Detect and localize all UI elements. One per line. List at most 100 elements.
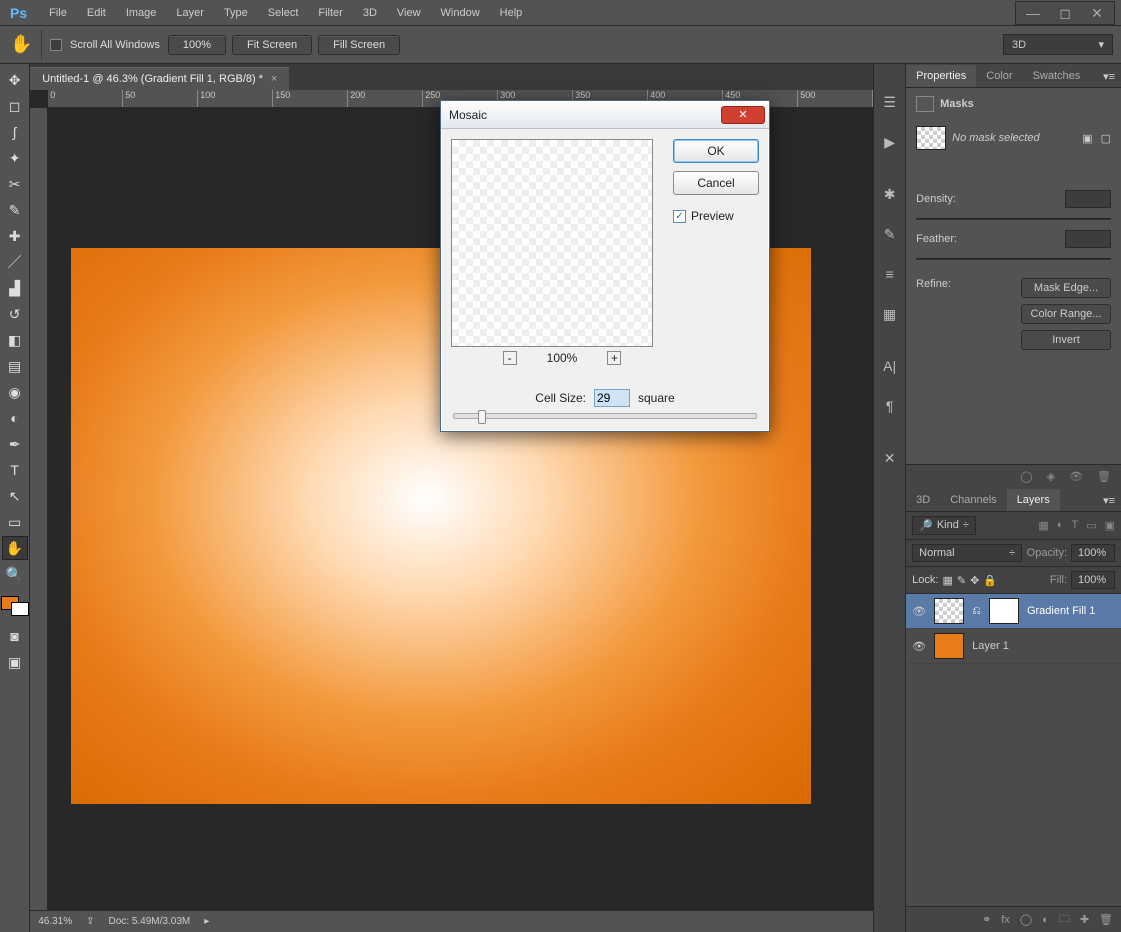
invert-button[interactable]: Invert <box>1021 330 1111 350</box>
load-selection-icon[interactable]: ◯ <box>1020 470 1032 483</box>
mask-edge-button[interactable]: Mask Edge... <box>1021 278 1111 298</box>
blend-mode-dropdown[interactable]: Normal÷ <box>912 544 1022 562</box>
lock-position-icon[interactable]: ✥ <box>970 574 979 587</box>
zoom-100-button[interactable]: 100% <box>168 35 226 55</box>
menu-file[interactable]: File <box>39 3 77 23</box>
tab-color[interactable]: Color <box>976 65 1022 87</box>
cancel-button[interactable]: Cancel <box>673 171 759 195</box>
screenmode-tool[interactable]: ▣ <box>2 650 28 674</box>
color-swatches[interactable] <box>1 596 29 616</box>
gradient-tool[interactable]: ▤ <box>2 354 28 378</box>
layer-mask-thumb[interactable] <box>989 598 1019 624</box>
lock-paint-icon[interactable]: ✎ <box>957 574 966 587</box>
navigator-panel-icon[interactable]: ✱ <box>878 182 902 206</box>
menu-view[interactable]: View <box>387 3 431 23</box>
link-layers-icon[interactable]: ⚭ <box>982 913 991 926</box>
tab-channels[interactable]: Channels <box>940 489 1006 511</box>
new-layer-icon[interactable]: ✚ <box>1080 913 1089 926</box>
new-group-icon[interactable]: 🗀 <box>1059 910 1070 929</box>
tab-properties[interactable]: Properties <box>906 65 976 87</box>
filter-shape-icon[interactable]: ▭ <box>1086 519 1096 532</box>
filter-pixel-icon[interactable]: ▦ <box>1038 519 1048 532</box>
lock-pixels-icon[interactable]: ▦ <box>942 574 952 587</box>
tools-panel-icon[interactable]: ✕ <box>878 446 902 470</box>
character-panel-icon[interactable]: A| <box>878 354 902 378</box>
dialog-titlebar[interactable]: Mosaic ✕ <box>441 101 769 129</box>
color-range-button[interactable]: Color Range... <box>1021 304 1111 324</box>
wand-tool[interactable]: ✦ <box>2 146 28 170</box>
document-tab[interactable]: Untitled-1 @ 46.3% (Gradient Fill 1, RGB… <box>30 67 289 90</box>
layer-thumb[interactable] <box>934 633 964 659</box>
brushes-panel-icon[interactable]: ✎ <box>878 222 902 246</box>
history-panel-icon[interactable]: ☰ <box>878 90 902 114</box>
menu-image[interactable]: Image <box>116 3 167 23</box>
fx-icon[interactable]: fx <box>1001 914 1010 926</box>
delete-layer-icon[interactable]: 🗑 <box>1099 913 1113 926</box>
layer-visibility-icon[interactable]: 👁 <box>912 605 926 618</box>
pen-tool[interactable]: ✒ <box>2 432 28 456</box>
history-brush-tool[interactable]: ↺ <box>2 302 28 326</box>
layer-row[interactable]: 👁 ⎌ Gradient Fill 1 <box>906 594 1121 629</box>
preview-checkbox[interactable]: ✓ <box>673 210 686 223</box>
menu-filter[interactable]: Filter <box>308 3 352 23</box>
brush-tool[interactable]: ／ <box>2 250 28 274</box>
panel-menu-icon[interactable]: ▾≡ <box>1097 66 1121 87</box>
apply-mask-icon[interactable]: ◈ <box>1047 470 1055 483</box>
tab-3d[interactable]: 3D <box>906 489 940 511</box>
layers-panel-menu-icon[interactable]: ▾≡ <box>1097 490 1121 511</box>
menu-help[interactable]: Help <box>490 3 533 23</box>
layer-thumb[interactable] <box>934 598 964 624</box>
add-mask-icon[interactable]: ◯ <box>1020 913 1032 926</box>
healing-tool[interactable]: ✚ <box>2 224 28 248</box>
close-icon[interactable]: ✕ <box>1090 6 1104 20</box>
fill-value[interactable]: 100% <box>1071 571 1115 589</box>
feather-slider[interactable] <box>916 258 1111 260</box>
filter-smart-icon[interactable]: ▣ <box>1105 519 1115 532</box>
filter-type-icon[interactable]: T <box>1071 519 1078 532</box>
minimize-icon[interactable]: — <box>1026 6 1040 20</box>
vector-mask-icon[interactable]: ▢ <box>1101 132 1111 145</box>
path-tool[interactable]: ↖ <box>2 484 28 508</box>
layer-name[interactable]: Gradient Fill 1 <box>1027 605 1095 617</box>
zoom-in-button[interactable]: + <box>607 351 621 365</box>
type-tool[interactable]: T <box>2 458 28 482</box>
cell-size-input[interactable] <box>594 389 630 407</box>
maximize-icon[interactable]: ◻ <box>1058 6 1072 20</box>
background-swatch[interactable] <box>11 602 29 616</box>
menu-type[interactable]: Type <box>214 3 258 23</box>
blur-tool[interactable]: ◉ <box>2 380 28 404</box>
menu-layer[interactable]: Layer <box>166 3 214 23</box>
status-export-icon[interactable]: ⇪ <box>86 916 94 927</box>
opacity-value[interactable]: 100% <box>1071 544 1115 562</box>
new-adjust-icon[interactable]: ◐ <box>1042 914 1049 926</box>
disable-mask-icon[interactable]: 👁 <box>1069 470 1083 483</box>
eraser-tool[interactable]: ◧ <box>2 328 28 352</box>
density-slider[interactable] <box>916 218 1111 220</box>
menu-3d[interactable]: 3D <box>353 3 387 23</box>
actions-panel-icon[interactable]: ▶ <box>878 130 902 154</box>
lock-all-icon[interactable]: 🔒 <box>983 574 997 587</box>
hand-tool[interactable]: ✋ <box>2 536 28 560</box>
zoom-out-button[interactable]: - <box>503 351 517 365</box>
stamp-tool[interactable]: ▟ <box>2 276 28 300</box>
menu-window[interactable]: Window <box>431 3 490 23</box>
eyedropper-tool[interactable]: ✎ <box>2 198 28 222</box>
feather-value[interactable] <box>1065 230 1111 248</box>
status-arrow-icon[interactable]: ▸ <box>204 916 209 927</box>
slider-thumb[interactable] <box>478 410 486 424</box>
layer-filter-kind[interactable]: 🔎Kind÷ <box>912 516 976 535</box>
marquee-tool[interactable]: ◻ <box>2 94 28 118</box>
layer-name[interactable]: Layer 1 <box>972 640 1009 652</box>
delete-mask-icon[interactable]: 🗑 <box>1097 470 1111 483</box>
menu-edit[interactable]: Edit <box>77 3 116 23</box>
workspace-dropdown[interactable]: 3D▾ <box>1003 34 1113 55</box>
quickmask-tool[interactable]: ◙ <box>2 624 28 648</box>
cell-size-slider[interactable] <box>453 413 757 419</box>
paragraph-panel-icon[interactable]: ¶ <box>878 394 902 418</box>
filter-adjust-icon[interactable]: ◐ <box>1057 519 1064 532</box>
fill-screen-button[interactable]: Fill Screen <box>318 35 400 55</box>
menu-select[interactable]: Select <box>258 3 309 23</box>
styles-panel-icon[interactable]: ▦ <box>878 302 902 326</box>
layer-visibility-icon[interactable]: 👁 <box>912 640 926 653</box>
tab-layers[interactable]: Layers <box>1007 489 1060 511</box>
